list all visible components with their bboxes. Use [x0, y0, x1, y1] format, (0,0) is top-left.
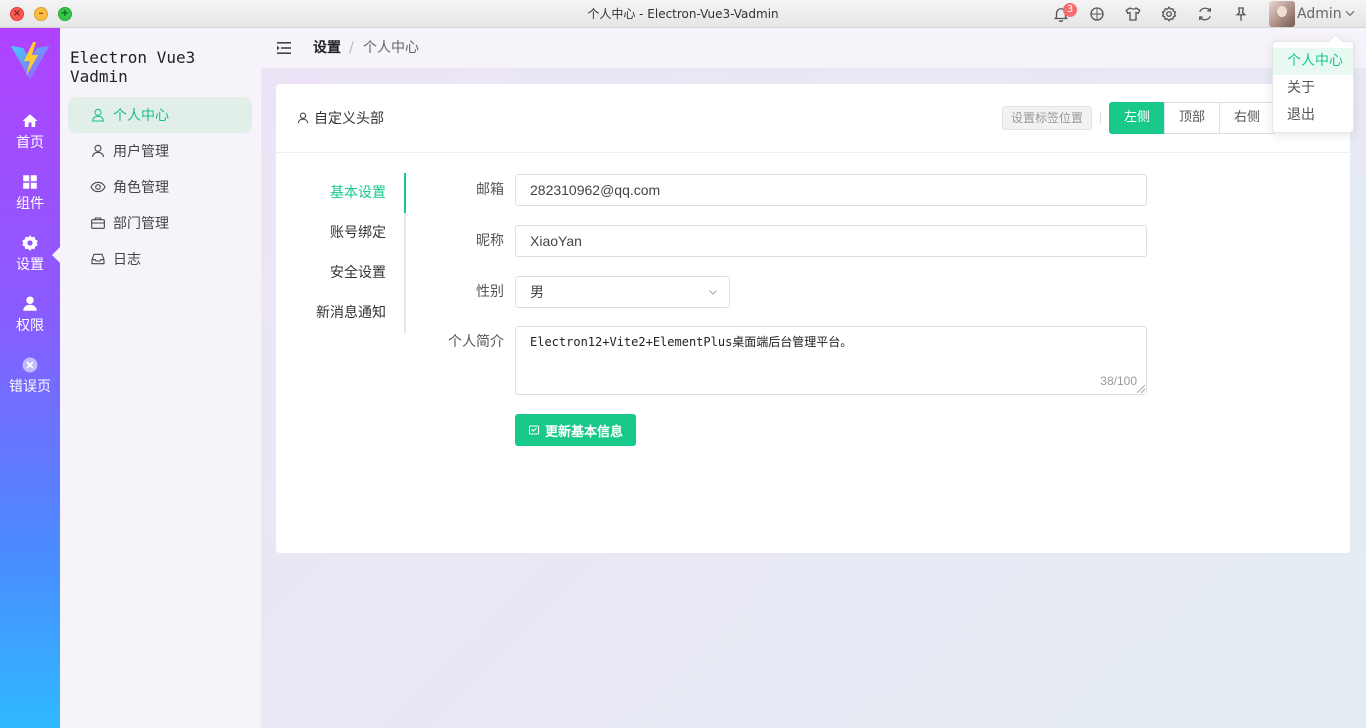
- position-left-button[interactable]: 左侧: [1109, 102, 1165, 134]
- header-divider: [1100, 112, 1101, 124]
- rail-item-label: 权限: [16, 318, 44, 334]
- menu-item-logout[interactable]: 退出: [1273, 102, 1353, 129]
- tab-basic-settings[interactable]: 基本设置: [330, 173, 386, 213]
- gear-icon: [21, 234, 39, 252]
- user-icon: [21, 295, 39, 313]
- pin-icon[interactable]: [1232, 5, 1250, 23]
- sidebar-item-users[interactable]: 用户管理: [68, 133, 252, 169]
- breadcrumb-level1[interactable]: 设置: [313, 28, 341, 68]
- window-titlebar: × – + 个人中心 - Electron-Vue3-Vadmin 3 Admi…: [0, 0, 1366, 28]
- sub-sidebar: Electron Vue3 Vadmin 个人中心 用户管理 角色管理 部门管理…: [60, 28, 261, 728]
- bio-text: Electron12+Vite2+ElementPlus桌面端后台管理平台。: [530, 335, 853, 349]
- top-bar: 设置 / 个人中心: [261, 28, 1366, 68]
- email-field[interactable]: 282310962@qq.com: [515, 174, 1147, 206]
- rail-item-error-pages[interactable]: 错误页: [0, 348, 60, 404]
- chevron-down-icon: [707, 286, 719, 298]
- app-logo: [9, 40, 51, 82]
- rail-item-label: 错误页: [9, 379, 51, 395]
- resize-handle[interactable]: [1137, 385, 1145, 393]
- notification-badge: 3: [1063, 3, 1077, 17]
- sidebar-item-label: 个人中心: [113, 108, 169, 124]
- settings-gear-icon[interactable]: [1160, 5, 1178, 23]
- sidebar-item-departments[interactable]: 部门管理: [68, 205, 252, 241]
- user-outline-icon: [90, 107, 106, 123]
- eye-icon: [90, 179, 106, 195]
- sidebar-item-label: 部门管理: [113, 216, 169, 232]
- grid-icon: [21, 173, 39, 191]
- rail-item-home[interactable]: 首页: [0, 104, 60, 160]
- profile-card: 自定义头部 设置标签位置 左侧 顶部 右侧 基本设置 账号绑定 安全设置 新消息…: [276, 84, 1350, 553]
- sidebar-item-logs[interactable]: 日志: [68, 241, 252, 277]
- palette-icon[interactable]: [1088, 5, 1106, 23]
- user-outline-icon: [296, 111, 310, 125]
- tab-account-binding[interactable]: 账号绑定: [330, 213, 386, 253]
- menu-item-about[interactable]: 关于: [1273, 75, 1353, 102]
- bio-label: 个人简介: [448, 334, 504, 350]
- sidebar-item-roles[interactable]: 角色管理: [68, 169, 252, 205]
- menu-fold-icon[interactable]: [276, 40, 292, 56]
- tab-message-notification[interactable]: 新消息通知: [316, 293, 386, 333]
- card-header-title-text: 自定义头部: [314, 111, 384, 127]
- skin-shirt-icon[interactable]: [1124, 5, 1142, 23]
- home-icon: [21, 112, 39, 130]
- menu-item-profile[interactable]: 个人中心: [1273, 48, 1353, 75]
- rail-item-label: 首页: [16, 135, 44, 151]
- nickname-field[interactable]: XiaoYan: [515, 225, 1147, 257]
- tab-security-settings[interactable]: 安全设置: [330, 253, 386, 293]
- gender-label: 性别: [476, 284, 504, 300]
- sidebar-item-label: 角色管理: [113, 180, 169, 196]
- sidebar-item-label: 用户管理: [113, 144, 169, 160]
- gender-select-value: 男: [530, 284, 544, 300]
- close-circle-icon: [21, 356, 39, 374]
- card-header: 自定义头部 设置标签位置 左侧 顶部 右侧: [276, 84, 1350, 153]
- bio-char-counter: 38/100: [1100, 374, 1137, 388]
- email-label: 邮箱: [476, 182, 504, 198]
- position-top-button[interactable]: 顶部: [1164, 102, 1220, 134]
- card-header-title: 自定义头部: [296, 108, 384, 128]
- briefcase-icon: [90, 215, 106, 231]
- main-content: 设置 / 个人中心 自定义头部 设置标签位置 左侧 顶部 右侧 基本设置 账号绑…: [261, 28, 1366, 728]
- save-icon: [528, 424, 540, 436]
- settings-tabs: 基本设置 账号绑定 安全设置 新消息通知: [276, 153, 406, 353]
- app-name: Electron Vue3 Vadmin: [70, 48, 196, 86]
- user-name[interactable]: Admin: [1297, 0, 1342, 28]
- rail-item-label: 设置: [16, 257, 44, 273]
- user-outline-icon: [90, 143, 106, 159]
- tag-position-button[interactable]: 设置标签位置: [1002, 106, 1093, 130]
- sidebar-item-label: 日志: [113, 252, 141, 268]
- bio-textarea[interactable]: Electron12+Vite2+ElementPlus桌面端后台管理平台。 3…: [515, 326, 1147, 395]
- inbox-icon: [90, 251, 106, 267]
- rail-item-permissions[interactable]: 权限: [0, 287, 60, 343]
- user-avatar[interactable]: [1269, 1, 1295, 27]
- user-dropdown-menu: 个人中心 关于 退出: [1272, 41, 1354, 133]
- update-info-label: 更新基本信息: [544, 424, 623, 440]
- gender-select[interactable]: 男: [515, 276, 730, 308]
- position-right-button[interactable]: 右侧: [1219, 102, 1275, 134]
- nickname-label: 昵称: [476, 233, 504, 249]
- chevron-down-icon[interactable]: [1343, 6, 1357, 20]
- rail-item-settings[interactable]: 设置: [0, 226, 60, 282]
- rail-item-components[interactable]: 组件: [0, 165, 60, 221]
- update-info-button[interactable]: 更新基本信息: [515, 414, 636, 446]
- refresh-icon[interactable]: [1196, 5, 1214, 23]
- breadcrumb-separator: /: [349, 40, 354, 56]
- main-nav-rail: 首页 组件 设置 权限 错误页: [0, 28, 60, 728]
- sidebar-item-profile[interactable]: 个人中心: [68, 97, 252, 133]
- rail-item-label: 组件: [16, 196, 44, 212]
- active-indicator-arrow: [52, 247, 60, 263]
- breadcrumb-level2: 个人中心: [363, 40, 419, 56]
